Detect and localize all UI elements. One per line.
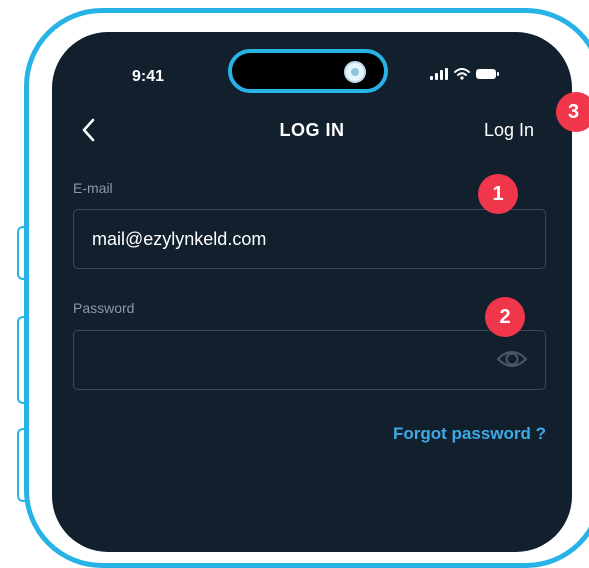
forgot-password-link[interactable]: Forgot password ?	[393, 424, 546, 444]
wifi-icon	[454, 68, 470, 80]
dynamic-island	[228, 49, 388, 93]
email-field[interactable]: mail@ezylynkeld.com	[73, 209, 546, 269]
annotation-badge-1: 1	[478, 174, 518, 214]
camera-icon	[344, 61, 366, 83]
status-icons	[430, 68, 499, 80]
password-label: Password	[73, 300, 135, 316]
phone-screen: 9:41 LOG IN Log In E-mail mail@ezylynkel…	[52, 32, 572, 552]
battery-icon	[476, 69, 499, 79]
signal-icon	[430, 68, 448, 80]
status-time: 9:41	[132, 68, 165, 85]
email-label: E-mail	[73, 180, 113, 196]
annotation-badge-3: 3	[556, 92, 589, 132]
annotation-badge-2: 2	[485, 297, 525, 337]
password-field[interactable]	[73, 330, 546, 390]
login-header-button[interactable]: Log In	[484, 120, 534, 141]
eye-icon[interactable]	[496, 347, 528, 371]
